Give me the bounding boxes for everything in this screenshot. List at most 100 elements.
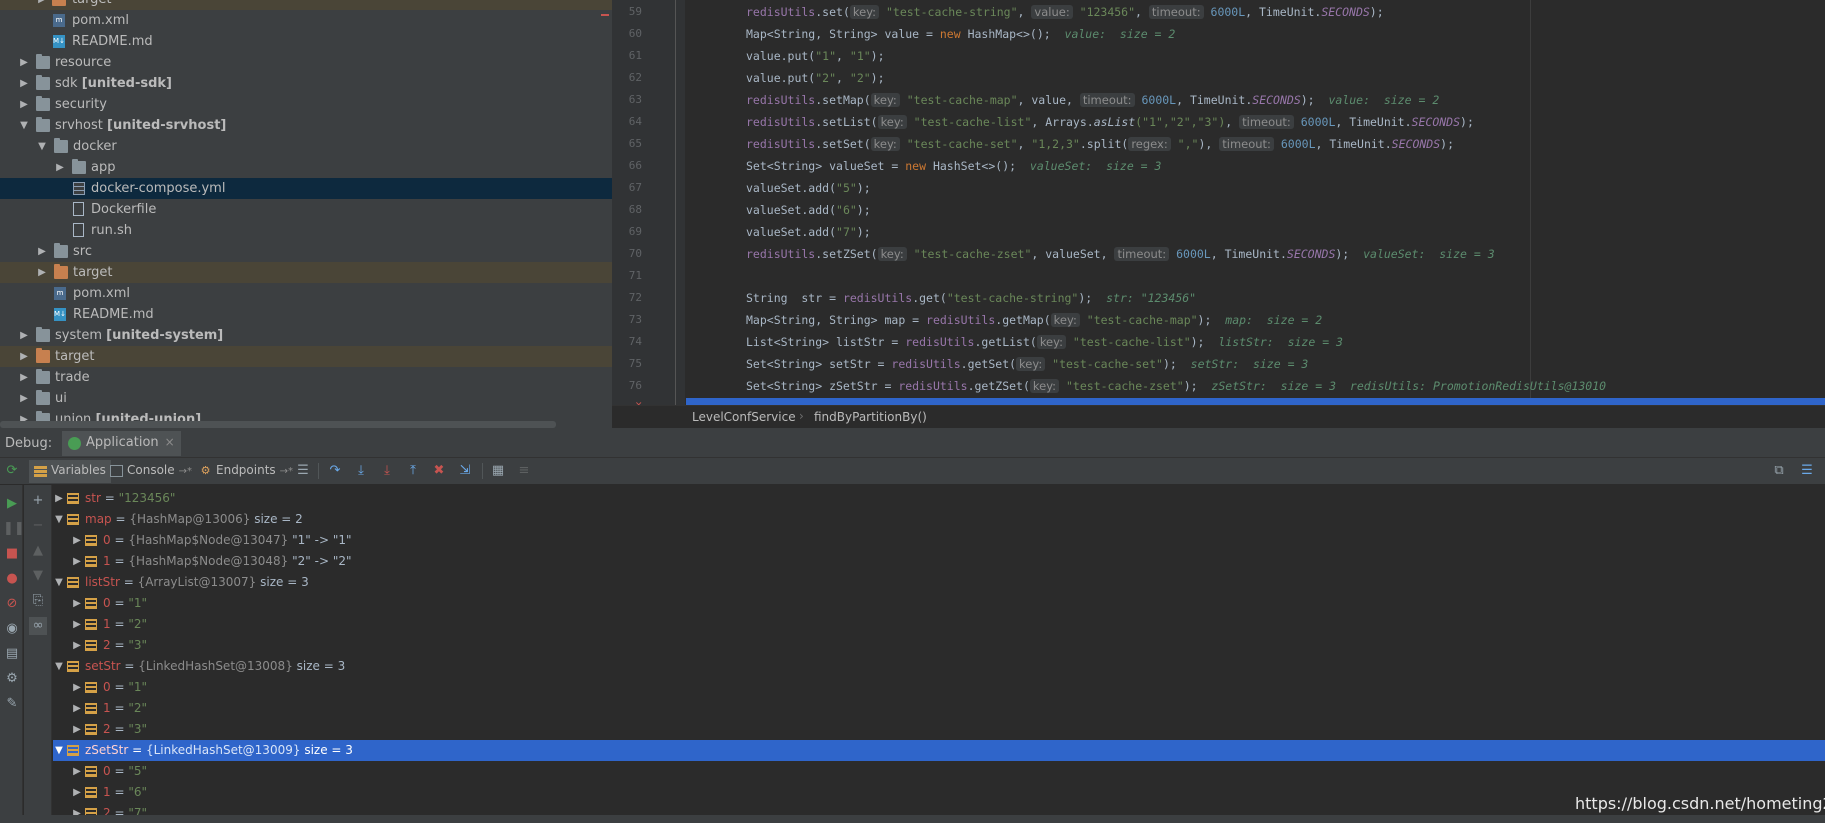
- expand-arrow-icon[interactable]: ▶: [18, 367, 30, 388]
- pin-icon[interactable]: →*: [280, 466, 293, 477]
- step-over-icon[interactable]: ↷: [326, 462, 344, 480]
- variable-row-setstr[interactable]: ▼ setStr = {LinkedHashSet@13008} size = …: [53, 656, 1825, 677]
- collapse-arrow-icon[interactable]: ▼: [18, 115, 30, 136]
- horizontal-scrollbar[interactable]: [0, 815, 1825, 823]
- tree-item-readme[interactable]: M↓ README.md: [0, 304, 612, 325]
- tree-item-system[interactable]: ▶ system [united-system]: [0, 325, 612, 346]
- expand-arrow-icon[interactable]: ▶: [71, 719, 83, 740]
- remove-watch-icon[interactable]: −: [29, 517, 47, 535]
- get-thread-dump-icon[interactable]: ◉: [3, 620, 21, 638]
- tree-item-docker-compose[interactable]: docker-compose.yml: [0, 178, 612, 199]
- tab-endpoints[interactable]: ⚙ Endpoints →*: [194, 460, 298, 483]
- settings-icon[interactable]: ⚙: [3, 670, 21, 688]
- tree-item-target[interactable]: ▶ target: [0, 346, 612, 367]
- stop-icon[interactable]: ■: [3, 545, 21, 563]
- tree-item-target[interactable]: ▶ target: [0, 262, 612, 283]
- step-into-icon[interactable]: ⤓: [352, 462, 370, 480]
- expand-arrow-icon[interactable]: ▶: [36, 0, 48, 10]
- variable-row-zsetstr[interactable]: ▼ zSetStr = {LinkedHashSet@13009} size =…: [53, 740, 1825, 761]
- expand-arrow-icon[interactable]: ▶: [18, 94, 30, 115]
- new-watch-icon[interactable]: +: [29, 492, 47, 510]
- variable-row-setstr-0[interactable]: ▶ 0 = "1": [53, 677, 1825, 698]
- tree-item-src[interactable]: ▶ src: [0, 241, 612, 262]
- mute-breakpoints-icon[interactable]: ⊘: [3, 595, 21, 613]
- variable-row-setstr-2[interactable]: ▶ 2 = "3": [53, 719, 1825, 740]
- expand-arrow-icon[interactable]: ▶: [36, 262, 48, 283]
- step-out-icon[interactable]: ⤒: [404, 462, 422, 480]
- tree-item-trade[interactable]: ▶ trade: [0, 367, 612, 388]
- collapse-arrow-icon[interactable]: ▼: [53, 656, 65, 677]
- collapse-arrow-icon[interactable]: ▼: [53, 509, 65, 530]
- tree-item-resource[interactable]: ▶ resource: [0, 52, 612, 73]
- expand-arrow-icon[interactable]: ▶: [18, 325, 30, 346]
- restore-layout-icon[interactable]: ▤: [3, 645, 21, 663]
- expand-arrow-icon[interactable]: ▶: [71, 530, 83, 551]
- breadcrumb-class[interactable]: LevelConfService: [692, 410, 796, 424]
- view-breakpoints-icon[interactable]: ●: [3, 570, 21, 588]
- trace-icon[interactable]: ≡: [515, 462, 533, 480]
- layout-settings-icon[interactable]: ☰: [1798, 462, 1816, 480]
- expand-arrow-icon[interactable]: ▶: [36, 241, 48, 262]
- evaluate-expression-icon[interactable]: ▦: [489, 462, 507, 480]
- code-editor[interactable]: redisUtils.set(key: "test-cache-string",…: [686, 0, 1825, 405]
- pin-icon[interactable]: →*: [179, 466, 192, 477]
- rerun-icon[interactable]: ⟳: [3, 462, 21, 480]
- tree-item-docker[interactable]: ▼ docker: [0, 136, 612, 157]
- expand-arrow-icon[interactable]: ▶: [71, 782, 83, 803]
- copy-icon[interactable]: ⎘: [29, 592, 47, 610]
- menu-icon[interactable]: ☰: [294, 462, 312, 480]
- tree-item-security[interactable]: ▶ security: [0, 94, 612, 115]
- tree-item-ui[interactable]: ▶ ui: [0, 388, 612, 409]
- tree-item-app[interactable]: ▶ app: [0, 157, 612, 178]
- collapse-arrow-icon[interactable]: ▼: [53, 740, 65, 761]
- resume-icon[interactable]: ▶: [3, 495, 21, 513]
- variable-row-map-1[interactable]: ▶ 1 = {HashMap$Node@13048} "2" -> "2": [53, 551, 1825, 572]
- tab-application[interactable]: Application ×: [62, 431, 181, 456]
- move-down-icon[interactable]: ▼: [29, 567, 47, 585]
- move-up-icon[interactable]: ▲: [29, 542, 47, 560]
- expand-arrow-icon[interactable]: ▶: [18, 73, 30, 94]
- force-step-into-icon[interactable]: ⤓: [378, 462, 396, 480]
- tree-horizontal-scrollbar[interactable]: [0, 421, 556, 428]
- tree-item-target-top[interactable]: ▶ target: [0, 0, 612, 10]
- expand-arrow-icon[interactable]: ▶: [71, 593, 83, 614]
- expand-arrow-icon[interactable]: ▶: [71, 677, 83, 698]
- error-stripe-marker[interactable]: [601, 14, 609, 16]
- close-icon[interactable]: ×: [165, 435, 175, 449]
- run-to-cursor-icon[interactable]: ⇲: [456, 462, 474, 480]
- tree-item-srvhost[interactable]: ▼ srvhost [united-srvhost]: [0, 115, 612, 136]
- variable-row-liststr-2[interactable]: ▶ 2 = "3": [53, 635, 1825, 656]
- expand-arrow-icon[interactable]: ▶: [54, 157, 66, 178]
- variable-row-zsetstr-0[interactable]: ▶ 0 = "5": [53, 761, 1825, 782]
- pause-icon[interactable]: ❚❚: [3, 520, 25, 538]
- tree-item-run-sh[interactable]: run.sh: [0, 220, 612, 241]
- tree-item-readme[interactable]: M↓ README.md: [0, 31, 612, 52]
- tree-item-dockerfile[interactable]: Dockerfile: [0, 199, 612, 220]
- tab-variables[interactable]: Variables: [29, 460, 111, 483]
- expand-arrow-icon[interactable]: ▶: [71, 635, 83, 656]
- expand-arrow-icon[interactable]: ▶: [18, 388, 30, 409]
- expand-arrow-icon[interactable]: ▶: [18, 52, 30, 73]
- drop-frame-icon[interactable]: ✖: [430, 462, 448, 480]
- tree-item-sdk[interactable]: ▶ sdk [united-sdk]: [0, 73, 612, 94]
- variable-row-liststr-1[interactable]: ▶ 1 = "2": [53, 614, 1825, 635]
- expand-arrow-icon[interactable]: ▶: [53, 488, 65, 509]
- expand-arrow-icon[interactable]: ▶: [71, 551, 83, 572]
- variable-row-liststr[interactable]: ▼ listStr = {ArrayList@13007} size = 3: [53, 572, 1825, 593]
- variable-row-map[interactable]: ▼ map = {HashMap@13006} size = 2: [53, 509, 1825, 530]
- collapse-arrow-icon[interactable]: ▼: [53, 572, 65, 593]
- restore-layout-icon[interactable]: ⧉: [1770, 462, 1788, 480]
- expand-arrow-icon[interactable]: ▶: [71, 698, 83, 719]
- show-watches-icon[interactable]: ∞: [29, 617, 47, 635]
- variable-row-zsetstr-1[interactable]: ▶ 1 = "6": [53, 782, 1825, 803]
- tab-console[interactable]: Console →*: [105, 460, 197, 483]
- tree-item-pom-xml[interactable]: m pom.xml: [0, 283, 612, 304]
- expand-arrow-icon[interactable]: ▶: [18, 346, 30, 367]
- variable-row-liststr-0[interactable]: ▶ 0 = "1": [53, 593, 1825, 614]
- variable-row-setstr-1[interactable]: ▶ 1 = "2": [53, 698, 1825, 719]
- breadcrumb-method[interactable]: findByPartitionBy(): [814, 410, 927, 424]
- collapse-arrow-icon[interactable]: ▼: [36, 136, 48, 157]
- variable-row-str[interactable]: ▶ str = "123456": [53, 488, 1825, 509]
- tree-item-pom-xml[interactable]: m pom.xml: [0, 10, 612, 31]
- pin-tab-icon[interactable]: ✎: [3, 695, 21, 713]
